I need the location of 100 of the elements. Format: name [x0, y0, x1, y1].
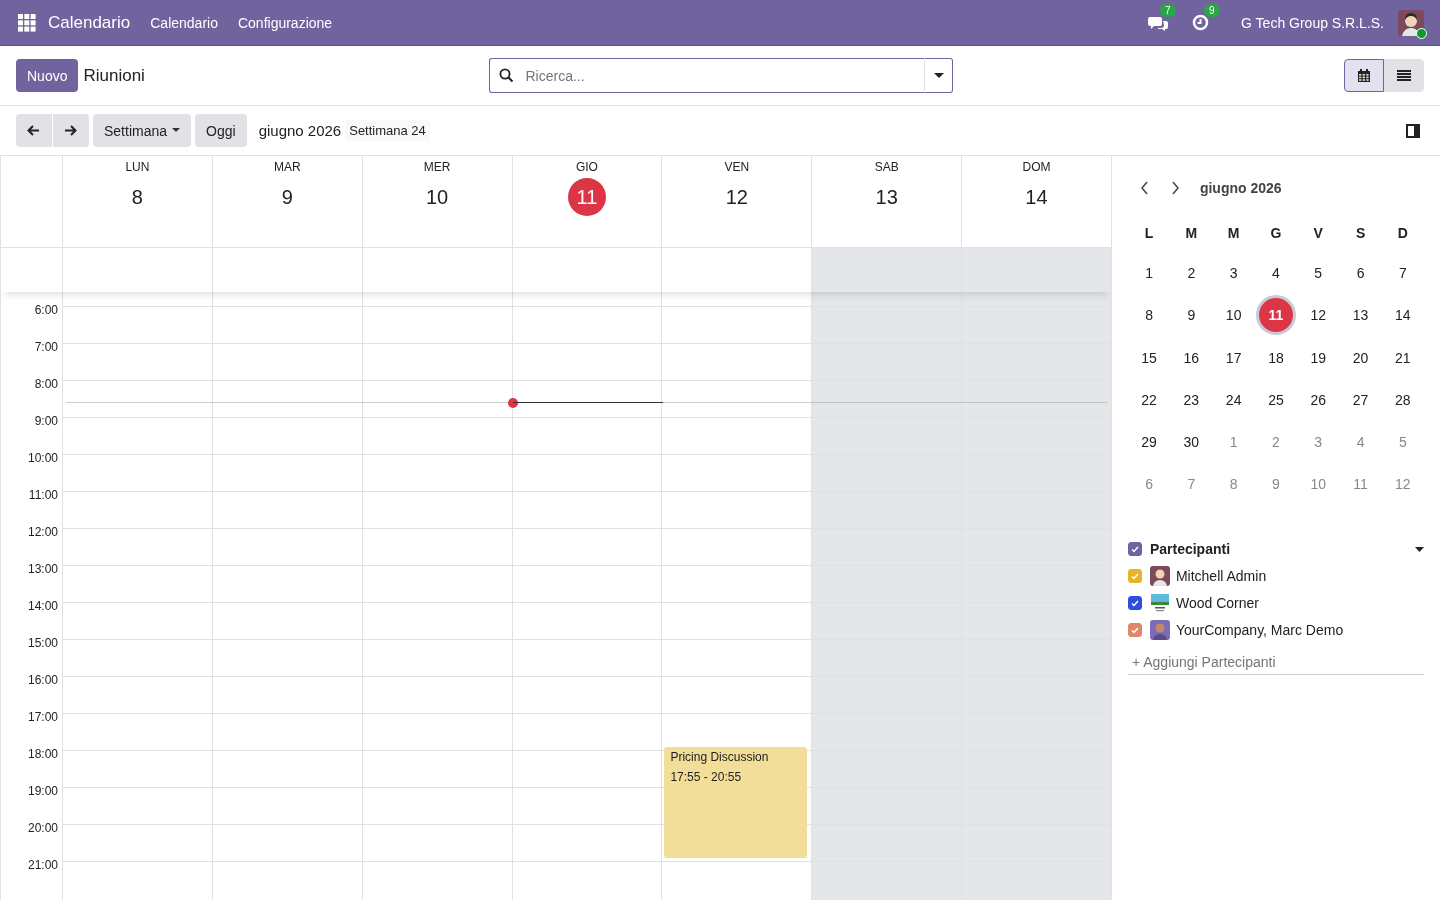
mini-calendar-day[interactable]: 7	[1385, 256, 1420, 290]
weekday-letter: D	[1396, 224, 1409, 243]
attendee-name[interactable]: Mitchell Admin	[1175, 568, 1267, 585]
weekday-label: GIO	[575, 160, 598, 174]
mini-calendar-day[interactable]: 30	[1174, 425, 1209, 460]
attendee-name[interactable]: Wood Corner	[1175, 595, 1259, 612]
weekday-letter: G	[1269, 224, 1283, 243]
mini-calendar-day[interactable]: 1	[1132, 256, 1167, 290]
hour-label: 18:00	[27, 747, 58, 761]
mini-calendar-day[interactable]: 4	[1258, 256, 1293, 290]
event-title: Pricing Discussion	[670, 749, 770, 764]
mini-calendar-day[interactable]: 17	[1216, 340, 1251, 375]
weekday-label: SAB	[874, 160, 899, 174]
mini-calendar-day[interactable]: 10	[1301, 467, 1336, 502]
user-avatar[interactable]	[1398, 9, 1424, 36]
today-button[interactable]: Oggi	[195, 114, 247, 147]
mini-calendar-day[interactable]: 26	[1301, 382, 1336, 417]
mini-calendar-day[interactable]: 18	[1258, 340, 1293, 375]
clock-icon[interactable]	[1192, 14, 1210, 31]
mini-calendar-day[interactable]: 16	[1174, 340, 1209, 375]
caret-icon	[172, 128, 181, 133]
mini-calendar-day[interactable]: 24	[1216, 382, 1251, 417]
previous-button[interactable]	[16, 114, 52, 147]
mini-calendar-day[interactable]: 8	[1132, 298, 1167, 333]
mini-calendar-day[interactable]: 3	[1216, 256, 1251, 290]
hour-label: 7:00	[34, 340, 58, 354]
mini-calendar-day[interactable]: 28	[1385, 382, 1420, 417]
mini-calendar-day[interactable]: 1	[1216, 425, 1251, 460]
new-button[interactable]: Nuovo	[16, 59, 79, 92]
attendee-name[interactable]: YourCompany, Marc Demo	[1175, 622, 1344, 639]
mini-calendar-day[interactable]: 15	[1132, 340, 1167, 375]
mini-calendar-day[interactable]: 8	[1216, 467, 1251, 502]
activity-count-badge: 9	[1204, 4, 1220, 17]
hour-label: 16:00	[27, 673, 58, 687]
mini-calendar-day[interactable]: 11	[1258, 298, 1293, 333]
month-title: giugno 2026	[1199, 180, 1282, 196]
mini-calendar-day[interactable]: 12	[1385, 467, 1420, 502]
side-panel-toggle-icon[interactable]	[1406, 123, 1420, 138]
checkbox[interactable]	[1127, 623, 1142, 638]
caret-icon	[933, 72, 944, 79]
weekday-letter: V	[1312, 224, 1324, 243]
mini-calendar-day[interactable]: 22	[1132, 382, 1167, 417]
hour-label: 8:00	[34, 377, 58, 391]
mini-calendar-day[interactable]: 7	[1174, 467, 1209, 502]
check-icon	[1130, 626, 1139, 634]
list-view-button[interactable]	[1384, 59, 1424, 92]
checkbox[interactable]	[1127, 569, 1142, 584]
arrow-left-icon	[27, 125, 40, 136]
mini-calendar-day[interactable]: 2	[1174, 256, 1209, 290]
mini-calendar-day[interactable]: 11	[1343, 467, 1378, 502]
mini-calendar-day[interactable]: 6	[1343, 256, 1378, 290]
company-name[interactable]: G Tech Group S.R.L.S.	[1241, 14, 1384, 31]
mini-calendar-day[interactable]: 21	[1385, 340, 1420, 375]
mini-calendar-day[interactable]: 5	[1301, 256, 1336, 290]
search-field[interactable]: Ricerca...	[489, 58, 925, 93]
next-month-icon[interactable]	[1170, 181, 1180, 195]
breadcrumb-title: Riunioni	[83, 65, 146, 86]
weekday-label: LUN	[125, 160, 150, 174]
checkbox[interactable]	[1127, 596, 1142, 611]
list-icon	[1397, 70, 1411, 81]
mini-calendar-day[interactable]: 25	[1258, 382, 1293, 417]
caret-icon[interactable]	[1415, 546, 1424, 552]
weekday-label: VEN	[724, 160, 750, 174]
previous-month-icon[interactable]	[1139, 181, 1149, 195]
mini-calendar-day[interactable]: 2	[1258, 425, 1293, 460]
hour-label: 11:00	[28, 488, 58, 502]
mini-calendar-day[interactable]: 23	[1174, 382, 1209, 417]
mini-calendar-day[interactable]: 14	[1385, 298, 1420, 333]
mini-calendar-day[interactable]: 19	[1301, 340, 1336, 375]
weekday-letter: M	[1184, 224, 1199, 243]
mini-calendar-day[interactable]: 27	[1343, 382, 1378, 417]
menu-link[interactable]: Configurazione	[237, 14, 333, 31]
mini-calendar-day[interactable]: 13	[1343, 298, 1378, 333]
menu-link[interactable]: Calendario	[150, 14, 218, 31]
app-name[interactable]: Calendario	[48, 12, 131, 33]
period-title: giugno 2026	[258, 122, 342, 139]
mini-calendar-day[interactable]: 10	[1216, 298, 1251, 333]
mini-calendar-day[interactable]: 5	[1385, 425, 1420, 460]
hour-label: 17:00	[27, 710, 58, 724]
mini-calendar-day[interactable]: 9	[1258, 467, 1293, 502]
check-icon	[1130, 599, 1139, 607]
mini-calendar-day[interactable]: 20	[1343, 340, 1378, 375]
hour-label: 9:00	[34, 414, 58, 428]
mini-calendar-day[interactable]: 6	[1132, 467, 1167, 502]
week-number-badge: Settimana 24	[345, 120, 430, 141]
next-button[interactable]	[53, 114, 89, 147]
filter-section-title: Partecipanti	[1149, 541, 1231, 558]
calendar-view-button[interactable]	[1344, 59, 1384, 92]
event-time: 17:55 - 20:55	[670, 769, 743, 784]
calendar-event[interactable]: Pricing Discussion 17:55 - 20:55	[664, 746, 808, 858]
app-grid-icon[interactable]	[18, 13, 36, 32]
mini-calendar-day[interactable]: 9	[1174, 298, 1209, 333]
mini-calendar-day[interactable]: 4	[1343, 425, 1378, 460]
checkbox[interactable]	[1127, 542, 1142, 557]
scale-dropdown[interactable]: Settimana	[93, 114, 192, 147]
avatar-icon	[1149, 620, 1170, 641]
mini-calendar-day[interactable]: 29	[1132, 425, 1167, 460]
search-options-toggle[interactable]	[924, 58, 954, 93]
mini-calendar-day[interactable]: 3	[1301, 425, 1336, 460]
mini-calendar-day[interactable]: 12	[1301, 298, 1336, 333]
